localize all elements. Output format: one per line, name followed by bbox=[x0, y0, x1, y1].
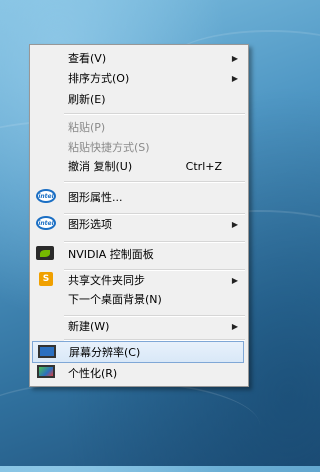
personalize-icon bbox=[36, 365, 58, 381]
shared-folder-sync-icon: S bbox=[36, 272, 58, 288]
menu-item-graphics-options[interactable]: intel 图形选项 ▶ bbox=[32, 213, 244, 235]
menu-item-label: 图形属性... bbox=[68, 191, 123, 204]
menu-item-label: 共享文件夹同步 bbox=[68, 274, 145, 287]
menu-item-label: 图形选项 bbox=[68, 218, 112, 231]
menu-item-label: 粘贴(P) bbox=[68, 121, 106, 134]
menu-item-new[interactable]: 新建(W) ▶ bbox=[32, 315, 244, 337]
intel-graphics-icon: intel bbox=[36, 216, 58, 232]
menu-item-label: 查看(V) bbox=[68, 52, 107, 65]
menu-item-label: 撤消 复制(U) bbox=[68, 160, 133, 173]
intel-graphics-icon: intel bbox=[36, 189, 58, 205]
menu-item-undo-copy[interactable]: 撤消 复制(U) Ctrl+Z bbox=[32, 155, 244, 177]
menu-item-label: 刷新(E) bbox=[68, 93, 106, 106]
menu-item-label: 排序方式(O) bbox=[68, 72, 130, 85]
menu-item-nvidia-control-panel[interactable]: NVIDIA 控制面板 bbox=[32, 243, 244, 265]
submenu-arrow-icon: ▶ bbox=[231, 275, 238, 285]
menu-item-shortcut: Ctrl+Z bbox=[185, 159, 222, 173]
menu-item-next-desktop-background[interactable]: 下一个桌面背景(N) bbox=[32, 288, 244, 310]
submenu-arrow-icon: ▶ bbox=[231, 219, 238, 229]
desktop-context-menu: 查看(V) ▶ 排序方式(O) ▶ 刷新(E) 粘贴(P) 粘贴快捷方式(S) … bbox=[29, 44, 249, 387]
menu-item-label: NVIDIA 控制面板 bbox=[68, 248, 154, 261]
submenu-arrow-icon: ▶ bbox=[231, 73, 238, 83]
menu-item-refresh[interactable]: 刷新(E) bbox=[32, 88, 244, 110]
menu-item-label: 下一个桌面背景(N) bbox=[68, 293, 162, 306]
menu-item-label: 粘贴快捷方式(S) bbox=[68, 141, 150, 154]
menu-item-sort-by[interactable]: 排序方式(O) ▶ bbox=[32, 67, 244, 89]
menu-item-label: 个性化(R) bbox=[68, 367, 118, 380]
screen-resolution-icon bbox=[37, 345, 59, 361]
submenu-arrow-icon: ▶ bbox=[231, 53, 238, 63]
menu-separator bbox=[64, 181, 245, 183]
submenu-arrow-icon: ▶ bbox=[231, 321, 238, 331]
menu-item-view[interactable]: 查看(V) ▶ bbox=[32, 47, 244, 69]
menu-item-label: 屏幕分辨率(C) bbox=[69, 346, 141, 359]
menu-separator bbox=[64, 113, 245, 115]
menu-item-label: 新建(W) bbox=[68, 320, 110, 333]
menu-item-graphics-properties[interactable]: intel 图形属性... bbox=[32, 186, 244, 208]
nvidia-icon bbox=[36, 246, 58, 262]
menu-item-personalize[interactable]: 个性化(R) bbox=[32, 362, 244, 384]
menu-item-screen-resolution[interactable]: 屏幕分辨率(C) bbox=[32, 341, 244, 363]
menu-item-paste[interactable]: 粘贴(P) bbox=[32, 116, 244, 138]
